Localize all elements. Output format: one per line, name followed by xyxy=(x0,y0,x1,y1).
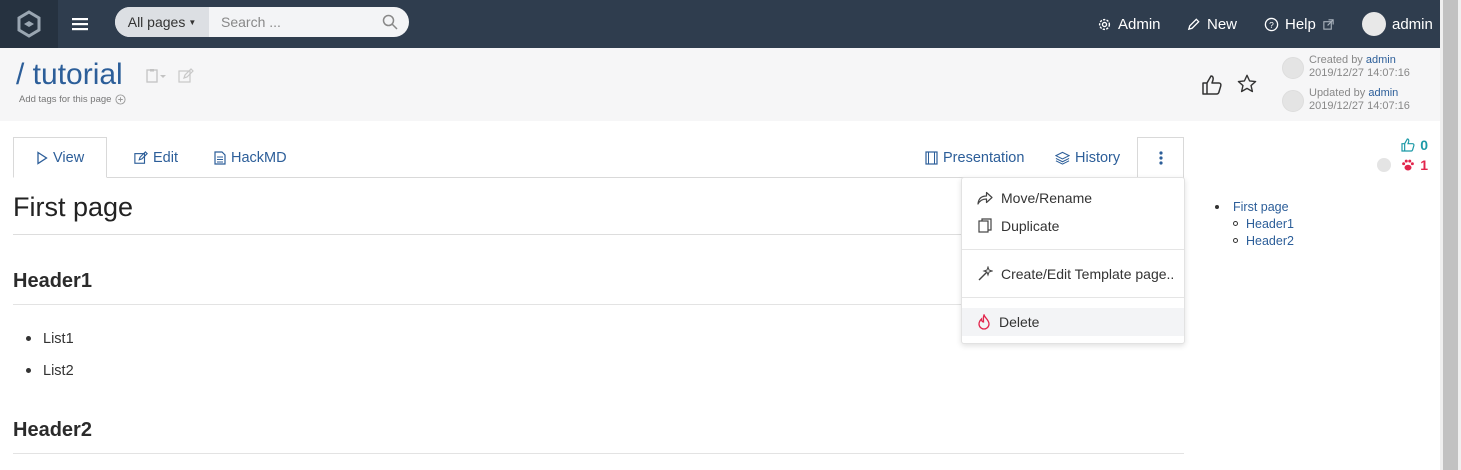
circle-bullet-icon xyxy=(1233,238,1238,243)
creator-avatar xyxy=(1282,57,1304,79)
presentation-button[interactable]: Presentation xyxy=(925,137,1024,178)
updater-avatar xyxy=(1282,90,1304,112)
hamburger-menu-icon[interactable] xyxy=(68,12,92,36)
gear-icon xyxy=(1098,18,1111,30)
like-counter[interactable]: 0 xyxy=(1400,137,1428,153)
menu-item-template[interactable]: Create/Edit Template page.. xyxy=(962,260,1184,288)
bullet-icon xyxy=(1215,204,1219,209)
seen-user-avatar xyxy=(1377,158,1392,172)
bullet-list: List1 List2 xyxy=(26,328,74,392)
menu-item-label: Create/Edit Template page.. xyxy=(1001,266,1175,282)
menu-divider xyxy=(962,249,1184,250)
tab-hackmd-label: HackMD xyxy=(231,149,287,166)
circle-bullet-icon xyxy=(1233,221,1238,226)
bookmark-star-icon[interactable] xyxy=(1236,73,1258,95)
search-scope-dropdown[interactable]: All pages ▼ xyxy=(115,7,209,37)
table-of-contents: First page Header1 Header2 xyxy=(1215,198,1294,249)
tab-view[interactable]: View xyxy=(13,137,108,178)
plus-circle-icon xyxy=(115,94,126,105)
user-avatar xyxy=(1362,12,1386,36)
tab-hackmd[interactable]: HackMD xyxy=(214,137,287,178)
logo-icon xyxy=(17,10,41,38)
new-label: New xyxy=(1207,15,1238,33)
help-label: Help xyxy=(1285,15,1316,33)
created-date: 2019/12/27 14:07:16 xyxy=(1309,67,1410,79)
share-arrow-icon xyxy=(977,191,993,205)
search-bar: All pages ▼ xyxy=(115,7,409,37)
updated-info: Updated by admin 2019/12/27 14:07:16 xyxy=(1282,87,1410,113)
toc-link[interactable]: First page xyxy=(1233,200,1289,214)
presentation-label: Presentation xyxy=(943,149,1025,166)
created-info: Created by admin 2019/12/27 14:07:16 xyxy=(1282,54,1410,80)
clipboard-icon[interactable] xyxy=(146,68,168,84)
menu-item-move-rename[interactable]: Move/Rename xyxy=(962,184,1184,212)
copy-icon xyxy=(978,218,992,233)
toc-link[interactable]: Header1 xyxy=(1246,217,1294,231)
help-circle-icon: ? xyxy=(1264,17,1279,31)
like-button-icon[interactable] xyxy=(1200,73,1224,97)
add-tags-link[interactable]: Add tags for this page xyxy=(19,94,126,105)
help-link[interactable]: ? Help xyxy=(1264,0,1335,48)
new-page-button[interactable]: New xyxy=(1186,0,1237,48)
page-title: First page xyxy=(13,192,134,222)
thumbs-up-icon xyxy=(1401,138,1415,152)
tab-view-label: View xyxy=(53,149,85,166)
tab-edit-label: Edit xyxy=(153,149,178,166)
film-icon xyxy=(925,150,938,165)
menu-item-duplicate[interactable]: Duplicate xyxy=(962,212,1184,240)
updated-date: 2019/12/27 14:07:16 xyxy=(1309,100,1410,112)
admin-label: Admin xyxy=(1118,15,1161,33)
created-prefix: Created by xyxy=(1309,54,1363,66)
fire-icon xyxy=(978,314,990,330)
page-header xyxy=(0,48,1440,121)
add-tags-label: Add tags for this page xyxy=(19,94,112,105)
heading-header2: Header2 xyxy=(13,419,92,441)
search-scope-label: All pages xyxy=(127,14,186,30)
updated-prefix: Updated by xyxy=(1309,87,1366,99)
creator-link[interactable]: admin xyxy=(1366,54,1396,66)
magic-wand-icon xyxy=(978,266,993,281)
paw-icon xyxy=(1402,159,1415,171)
pencil-icon xyxy=(1187,17,1200,30)
external-link-icon xyxy=(1323,18,1334,30)
document-icon xyxy=(214,150,226,165)
edit-icon xyxy=(134,150,148,164)
search-input[interactable] xyxy=(209,7,409,37)
history-label: History xyxy=(1075,149,1121,166)
menu-item-label: Move/Rename xyxy=(1001,190,1093,206)
seen-counter[interactable]: 1 xyxy=(1377,157,1428,173)
seen-count: 1 xyxy=(1420,157,1428,173)
play-icon xyxy=(37,150,48,165)
search-icon[interactable] xyxy=(381,13,399,31)
page-path-title[interactable]: / tutorial xyxy=(16,58,123,92)
like-count: 0 xyxy=(1420,137,1428,153)
menu-item-label: Duplicate xyxy=(1001,218,1060,234)
caret-down-icon: ▼ xyxy=(188,17,197,27)
user-menu[interactable]: admin xyxy=(1362,0,1433,48)
svg-text:?: ? xyxy=(1269,19,1274,29)
list-item: List1 xyxy=(26,328,74,360)
menu-item-delete[interactable]: Delete xyxy=(962,308,1184,336)
more-actions-button[interactable] xyxy=(1137,137,1184,178)
edit-path-icon[interactable] xyxy=(178,68,194,84)
more-actions-menu: Move/Rename Duplicate Create/Edit Templa… xyxy=(961,177,1185,344)
heading-divider xyxy=(13,453,1184,454)
user-label: admin xyxy=(1392,15,1433,33)
heading-header1: Header1 xyxy=(13,270,92,292)
scrollbar-thumb[interactable] xyxy=(1443,0,1458,470)
list-item: List2 xyxy=(26,360,74,392)
toc-link[interactable]: Header2 xyxy=(1246,234,1294,248)
layers-icon xyxy=(1055,151,1070,165)
growi-logo[interactable] xyxy=(0,0,58,48)
path-tools xyxy=(146,68,194,84)
admin-link[interactable]: Admin xyxy=(1097,0,1161,48)
history-button[interactable]: History xyxy=(1055,137,1120,178)
menu-item-label: Delete xyxy=(999,314,1040,330)
page-tabs: View Edit HackMD Presentation History xyxy=(13,137,1184,178)
tab-edit[interactable]: Edit xyxy=(134,137,178,178)
updater-link[interactable]: admin xyxy=(1368,87,1398,99)
kebab-icon xyxy=(1158,151,1163,165)
menu-divider xyxy=(962,297,1184,298)
